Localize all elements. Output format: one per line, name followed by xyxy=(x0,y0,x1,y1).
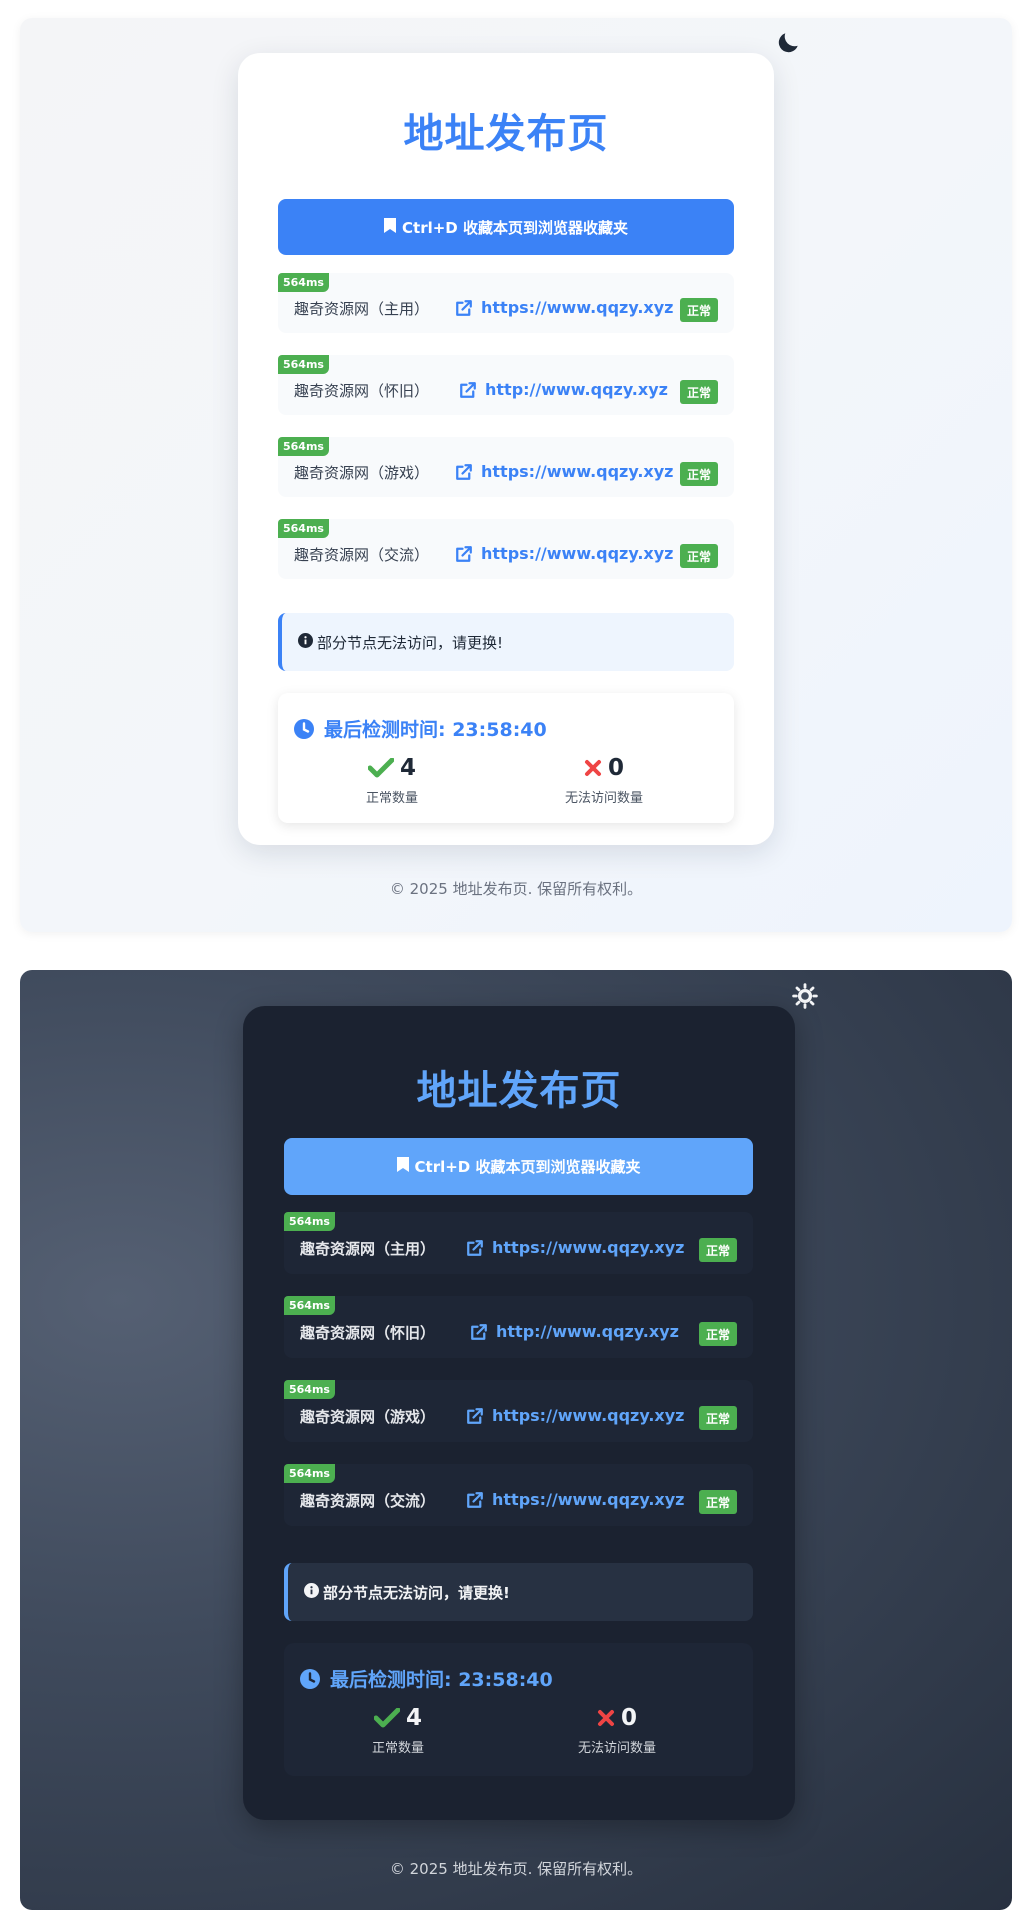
site-link[interactable]: https://www.qqzy.xyz xyxy=(455,462,673,481)
link-row: 564ms 趣奇资源网（怀旧） http://www.qqzy.xyz 正常 xyxy=(278,355,734,415)
site-name: 趣奇资源网（交流） xyxy=(294,546,430,564)
link-row: 564ms 趣奇资源网（主用） https://www.qqzy.xyz 正常 xyxy=(284,1212,753,1274)
external-link-icon xyxy=(471,1323,487,1340)
latency-badge: 564ms xyxy=(278,437,329,456)
ok-label: 正常数量 xyxy=(371,1741,424,1756)
stats-panel: 最后检测时间: 23:58:40 4 正常数量 0 无法访问数量 xyxy=(278,693,734,823)
latency-badge: 564ms xyxy=(284,1296,335,1315)
site-link[interactable]: https://www.qqzy.xyz xyxy=(455,298,673,317)
status-badge: 正常 xyxy=(680,462,718,486)
external-link-icon xyxy=(456,463,472,480)
x-icon xyxy=(597,1710,614,1726)
theme-toggle-moon-icon[interactable] xyxy=(773,28,803,58)
fail-stat: 0 无法访问数量 xyxy=(517,1705,717,1756)
theme-toggle-sun-icon[interactable] xyxy=(790,981,820,1011)
status-badge: 正常 xyxy=(680,544,718,568)
site-name: 趣奇资源网（主用） xyxy=(300,1240,436,1258)
dark-theme-panel: 地址发布页 Ctrl+D 收藏本页到浏览器收藏夹 564ms 趣奇资源网（主用）… xyxy=(20,970,1012,1910)
x-icon xyxy=(584,760,601,776)
latency-badge: 564ms xyxy=(278,355,329,374)
info-icon xyxy=(298,632,313,652)
bookmark-button[interactable]: Ctrl+D 收藏本页到浏览器收藏夹 xyxy=(278,199,734,255)
external-link-icon xyxy=(467,1491,483,1508)
status-badge: 正常 xyxy=(680,380,718,404)
site-link[interactable]: http://www.qqzy.xyz xyxy=(470,1322,679,1341)
link-row: 564ms 趣奇资源网（游戏） https://www.qqzy.xyz 正常 xyxy=(284,1380,753,1442)
light-theme-panel: 地址发布页 Ctrl+D 收藏本页到浏览器收藏夹 564ms 趣奇资源网（主用）… xyxy=(20,18,1012,932)
status-badge: 正常 xyxy=(699,1490,737,1514)
last-check-time: 最后检测时间: 23:58:40 xyxy=(300,1665,553,1692)
site-link[interactable]: https://www.qqzy.xyz xyxy=(455,544,673,563)
ok-count: 4 xyxy=(399,755,416,781)
ok-label: 正常数量 xyxy=(365,791,418,806)
site-name: 趣奇资源网（游戏） xyxy=(294,464,430,482)
status-badge: 正常 xyxy=(699,1406,737,1430)
site-name: 趣奇资源网（主用） xyxy=(294,300,430,318)
external-link-icon xyxy=(456,545,472,562)
site-link[interactable]: http://www.qqzy.xyz xyxy=(459,380,668,399)
ok-stat: 4 正常数量 xyxy=(298,1705,498,1756)
site-link[interactable]: https://www.qqzy.xyz xyxy=(466,1238,684,1257)
footer-copyright: © 2025 地址发布页. 保留所有权利。 xyxy=(389,880,643,898)
footer-copyright: © 2025 地址发布页. 保留所有权利。 xyxy=(389,1860,643,1878)
external-link-icon xyxy=(467,1239,483,1256)
external-link-icon xyxy=(460,381,476,398)
notice-text: 部分节点无法访问，请更换! xyxy=(323,1583,510,1602)
check-icon xyxy=(367,758,394,778)
site-link[interactable]: https://www.qqzy.xyz xyxy=(466,1406,684,1425)
latency-badge: 564ms xyxy=(284,1464,335,1483)
bookmark-icon xyxy=(396,1157,409,1176)
latency-badge: 564ms xyxy=(278,273,329,292)
link-row: 564ms 趣奇资源网（交流） https://www.qqzy.xyz 正常 xyxy=(284,1464,753,1526)
link-row: 564ms 趣奇资源网（主用） https://www.qqzy.xyz 正常 xyxy=(278,273,734,333)
site-name: 趣奇资源网（怀旧） xyxy=(294,382,430,400)
latency-badge: 564ms xyxy=(284,1212,335,1231)
publish-card: 地址发布页 Ctrl+D 收藏本页到浏览器收藏夹 564ms 趣奇资源网（主用）… xyxy=(243,1006,795,1820)
site-name: 趣奇资源网（怀旧） xyxy=(300,1324,436,1342)
notice-banner: 部分节点无法访问，请更换! xyxy=(284,1563,753,1621)
fail-label: 无法访问数量 xyxy=(564,791,643,806)
fail-count: 0 xyxy=(620,1705,637,1731)
bookmark-button[interactable]: Ctrl+D 收藏本页到浏览器收藏夹 xyxy=(284,1138,753,1195)
notice-banner: 部分节点无法访问，请更换! xyxy=(278,613,734,671)
external-link-icon xyxy=(456,299,472,316)
status-badge: 正常 xyxy=(699,1322,737,1346)
link-row: 564ms 趣奇资源网（怀旧） http://www.qqzy.xyz 正常 xyxy=(284,1296,753,1358)
page-title: 地址发布页 xyxy=(416,1068,622,1114)
ok-count: 4 xyxy=(405,1705,422,1731)
ok-stat: 4 正常数量 xyxy=(292,755,492,806)
status-badge: 正常 xyxy=(680,298,718,322)
clock-icon xyxy=(294,718,314,739)
bookmark-label: Ctrl+D 收藏本页到浏览器收藏夹 xyxy=(402,218,628,237)
last-check-time: 最后检测时间: 23:58:40 xyxy=(294,715,547,742)
fail-count: 0 xyxy=(607,755,624,781)
link-row: 564ms 趣奇资源网（交流） https://www.qqzy.xyz 正常 xyxy=(278,519,734,579)
page-title: 地址发布页 xyxy=(403,111,609,157)
site-name: 趣奇资源网（游戏） xyxy=(300,1408,436,1426)
latency-badge: 564ms xyxy=(284,1380,335,1399)
fail-label: 无法访问数量 xyxy=(577,1741,656,1756)
site-name: 趣奇资源网（交流） xyxy=(300,1492,436,1510)
link-row: 564ms 趣奇资源网（游戏） https://www.qqzy.xyz 正常 xyxy=(278,437,734,497)
check-icon xyxy=(373,1708,400,1728)
clock-icon xyxy=(300,1668,320,1689)
latency-badge: 564ms xyxy=(278,519,329,538)
external-link-icon xyxy=(467,1407,483,1424)
notice-text: 部分节点无法访问，请更换! xyxy=(317,633,504,652)
bookmark-label: Ctrl+D 收藏本页到浏览器收藏夹 xyxy=(414,1158,641,1176)
fail-stat: 0 无法访问数量 xyxy=(504,755,704,806)
publish-card: 地址发布页 Ctrl+D 收藏本页到浏览器收藏夹 564ms 趣奇资源网（主用）… xyxy=(238,53,774,845)
bookmark-icon xyxy=(384,217,397,237)
stats-panel: 最后检测时间: 23:58:40 4 正常数量 0 无法访问数量 xyxy=(284,1643,753,1776)
status-badge: 正常 xyxy=(699,1238,737,1262)
info-icon xyxy=(304,1582,319,1602)
site-link[interactable]: https://www.qqzy.xyz xyxy=(466,1490,684,1509)
